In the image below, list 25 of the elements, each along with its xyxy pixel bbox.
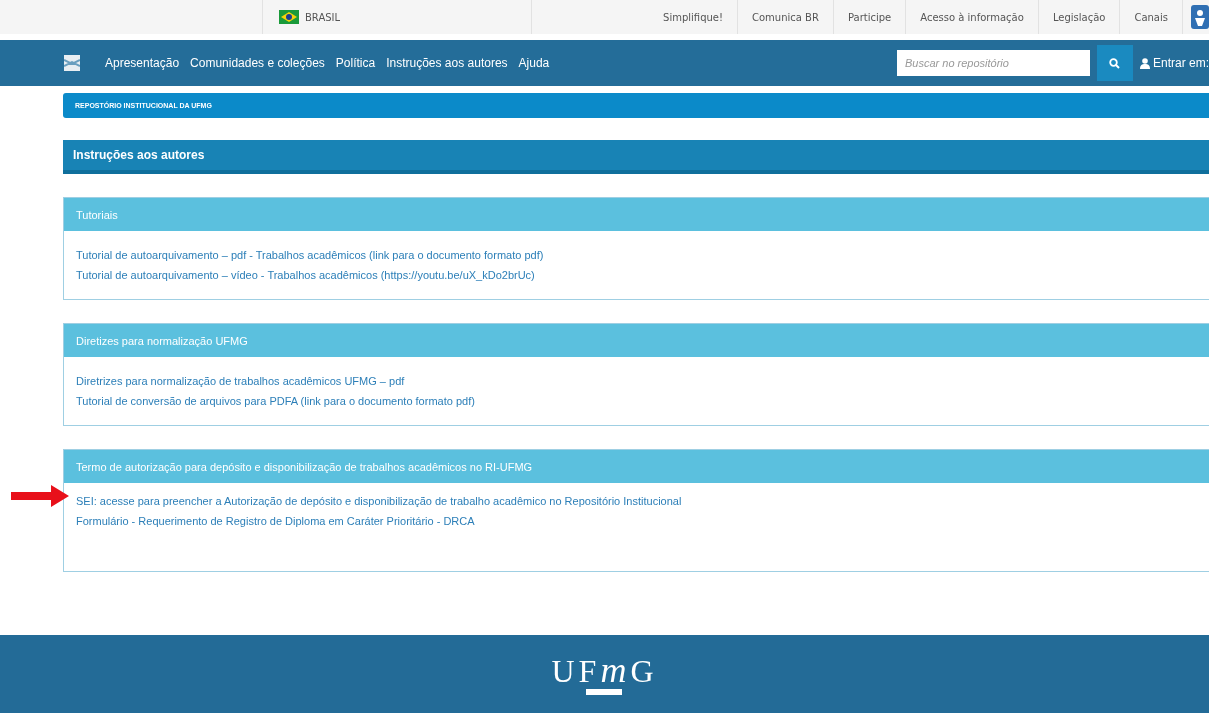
- gov-link[interactable]: Acesso à informação: [906, 0, 1039, 34]
- document-link[interactable]: SEI: acesse para preencher a Autorização de depósito e disponibilização de trabalho acadêmico no Repositório Institucional: [76, 495, 682, 507]
- nav-link[interactable]: Apresentação: [105, 56, 180, 70]
- nav-link[interactable]: Política: [335, 56, 376, 70]
- panel-heading: Termo de autorização para depósito e disponibilização de trabalhos acadêmicos no RI-UFMG: [64, 450, 1209, 483]
- footer-logo: UF mG: [551, 649, 658, 691]
- gov-link[interactable]: Canais: [1120, 0, 1183, 34]
- document-link[interactable]: Tutorial de autoarquivamento – pdf - Trabalhos acadêmicos (link para o documento formato pdf): [76, 249, 544, 261]
- document-link[interactable]: Formulário - Requerimento de Registro de Diploma em Caráter Prioritário - DRCA: [76, 515, 475, 527]
- gov-link[interactable]: Legislação: [1038, 0, 1121, 34]
- panel-heading: Diretizes para normalização UFMG: [64, 324, 1209, 357]
- document-link[interactable]: Diretrizes para normalização de trabalhos acadêmicos UFMG – pdf: [76, 375, 405, 387]
- search-field[interactable]: Buscar no repositório: [897, 50, 1090, 76]
- login-link[interactable]: Entrar em:: [1140, 56, 1209, 70]
- gov-link[interactable]: Simplifique!: [649, 0, 738, 34]
- page-title: Instruções aos autores: [63, 140, 1209, 174]
- document-link[interactable]: Tutorial de autoarquivamento – vídeo - Trabalhos acadêmicos (https://youtu.be/uX_kDo2brUc): [76, 269, 535, 281]
- nav-link[interactable]: Comunidades e coleções: [190, 56, 325, 70]
- nav-link[interactable]: Ajuda: [518, 56, 550, 70]
- document-link[interactable]: Tutorial de conversão de arquivos para PDFA (link para o documento formato pdf): [76, 395, 475, 407]
- nav-link[interactable]: Instruções aos autores: [386, 56, 508, 70]
- gov-link[interactable]: Participe: [833, 0, 907, 34]
- panel-heading: Tutoriais: [64, 198, 1209, 231]
- country-label[interactable]: BRASIL: [305, 11, 341, 23]
- gov-link[interactable]: Comunica BR: [738, 0, 834, 34]
